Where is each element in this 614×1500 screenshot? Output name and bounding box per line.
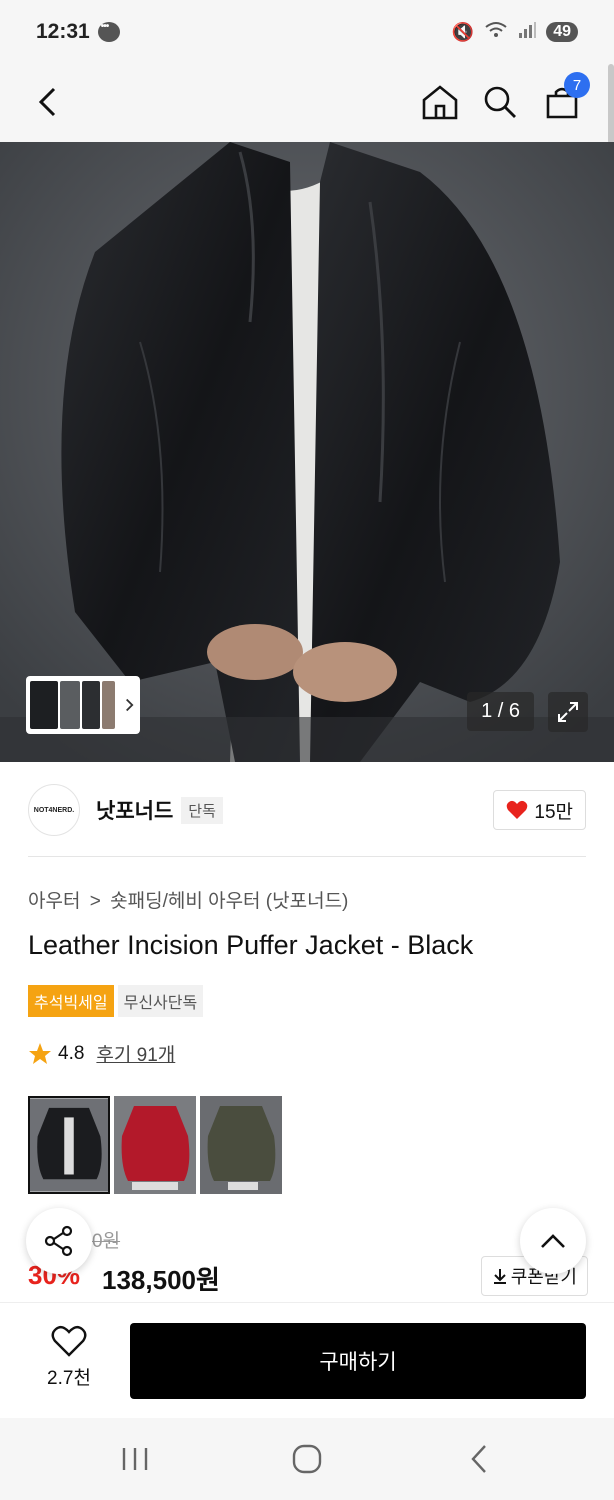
- original-price: 0원: [92, 1231, 121, 1252]
- sale-price: 138,500원: [102, 1265, 220, 1295]
- share-button[interactable]: [26, 1208, 92, 1274]
- breadcrumb-parent[interactable]: 아우터: [28, 891, 80, 912]
- thumb-image: [102, 681, 116, 729]
- heart-outline-icon: [51, 1325, 87, 1357]
- thumb-image: [81, 681, 101, 729]
- breadcrumb-child[interactable]: 숏패딩/헤비 아우터 (낫포너드): [110, 891, 348, 912]
- breadcrumb-separator: >: [89, 891, 101, 912]
- search-button[interactable]: [478, 80, 522, 124]
- divider: [28, 856, 586, 857]
- product-hero-image[interactable]: 1 / 6: [0, 142, 614, 762]
- rating-value: 4.8: [58, 1042, 85, 1064]
- search-icon: [484, 86, 516, 118]
- jacket-photo: [0, 142, 614, 762]
- reviews-link[interactable]: 후기 91개: [96, 1040, 175, 1067]
- bottom-action-bar: 2.7천 구매하기: [0, 1302, 614, 1418]
- sale-badge: 추석빅세일: [28, 985, 114, 1017]
- breadcrumb: 아우터 > 숏패딩/헤비 아우터 (낫포너드): [28, 886, 348, 913]
- wishlist-count: 2.7천: [47, 1368, 91, 1389]
- buy-button[interactable]: 구매하기: [130, 1323, 586, 1399]
- chevron-up-icon: [541, 1234, 565, 1248]
- thumb-image: [59, 681, 80, 729]
- status-icons: 🔇 49: [452, 20, 578, 45]
- wifi-icon: [484, 20, 508, 45]
- home-icon: [422, 85, 458, 120]
- product-title: Leather Incision Puffer Jacket - Black: [28, 930, 474, 960]
- battery-indicator: 49: [546, 22, 578, 42]
- mute-icon: 🔇: [451, 21, 475, 42]
- brand-logo[interactable]: NOT4NERD.: [28, 784, 80, 836]
- like-count: 15만: [534, 801, 573, 823]
- wishlist-button[interactable]: 2.7천: [28, 1325, 110, 1390]
- signal-icon: [518, 21, 537, 44]
- price-block: 0원 30% 138,500원 쿠폰받기: [28, 1226, 588, 1296]
- variant-khaki[interactable]: [200, 1096, 282, 1194]
- cart-button[interactable]: 7: [540, 72, 590, 124]
- chat-notification-icon: [97, 21, 120, 42]
- exclusive-tag: 단독: [181, 796, 223, 824]
- variant-red[interactable]: [114, 1096, 196, 1194]
- scroll-top-button[interactable]: [520, 1208, 586, 1274]
- top-nav: 7: [0, 64, 614, 142]
- status-bar: 12:31 🔇 49: [0, 0, 614, 64]
- home-circle-icon: [292, 1444, 322, 1474]
- exclusive-badge: 무신사단독: [117, 985, 204, 1017]
- image-counter: 1 / 6: [467, 692, 534, 731]
- rating: 4.8 후기 91개: [28, 1040, 175, 1067]
- home-button[interactable]: [418, 80, 462, 124]
- back-button[interactable]: [26, 80, 70, 124]
- expand-button[interactable]: [548, 692, 588, 732]
- recent-apps-icon: [122, 1448, 148, 1470]
- status-time: 12:31: [36, 20, 90, 43]
- star-icon: [29, 1042, 51, 1064]
- share-icon: [44, 1225, 73, 1257]
- brand-like-button[interactable]: 15만: [493, 790, 586, 830]
- download-icon: [493, 1269, 506, 1284]
- chevron-right-icon: [126, 698, 134, 712]
- heart-filled-icon: [507, 800, 528, 819]
- cart-count-badge: 7: [564, 72, 590, 98]
- system-nav-bar: [0, 1418, 614, 1500]
- thumb-image: [30, 681, 58, 729]
- home-system-button[interactable]: [288, 1442, 326, 1476]
- variant-red-image: [114, 1096, 196, 1194]
- thumbnail-strip[interactable]: [26, 676, 140, 734]
- system-back-icon: [471, 1445, 486, 1473]
- expand-icon: [558, 702, 578, 722]
- variant-black[interactable]: [28, 1096, 110, 1194]
- back-arrow-icon: [38, 87, 56, 117]
- brand-row: NOT4NERD. 낫포너드 단독 15만: [28, 782, 586, 838]
- brand-name[interactable]: 낫포너드: [96, 795, 173, 825]
- recent-apps-button[interactable]: [118, 1442, 152, 1476]
- scrollbar[interactable]: [608, 64, 614, 144]
- variant-black-image: [30, 1098, 108, 1192]
- color-variants: [28, 1096, 282, 1194]
- variant-khaki-image: [200, 1096, 282, 1194]
- badges: 추석빅세일 무신사단독: [28, 985, 204, 1017]
- system-back-button[interactable]: [462, 1442, 496, 1476]
